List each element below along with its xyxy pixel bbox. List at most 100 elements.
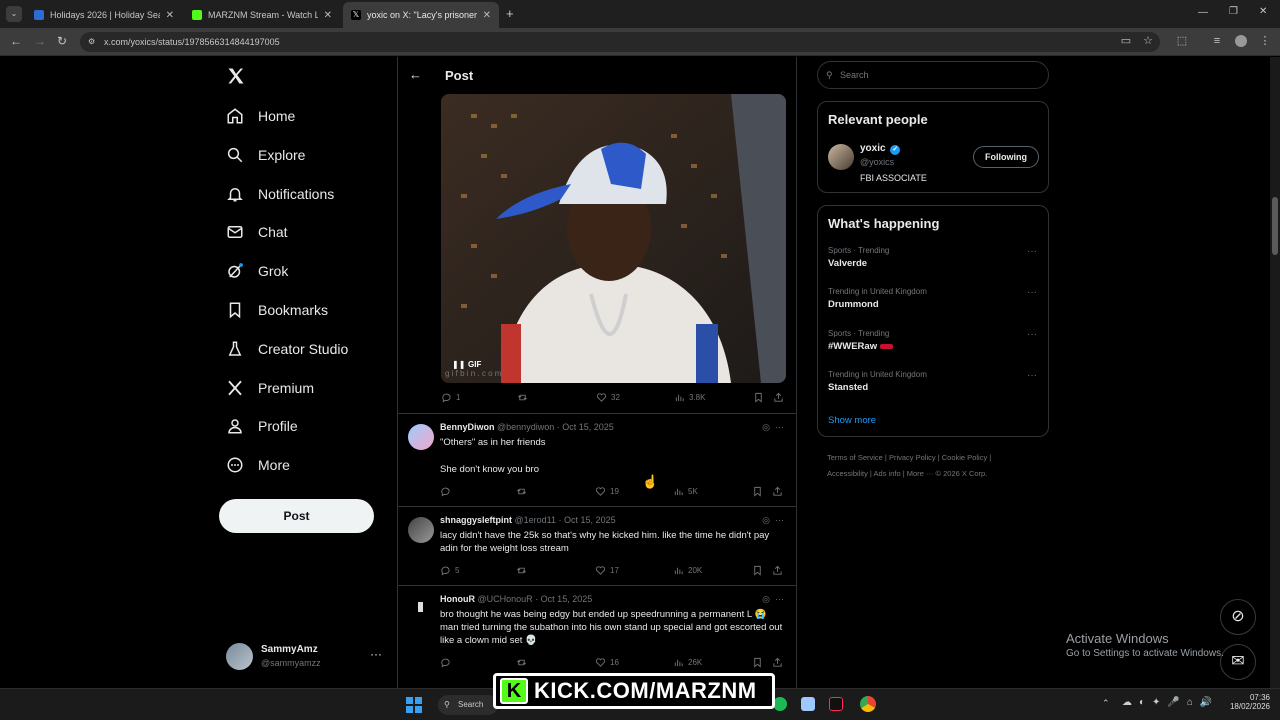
like-button[interactable]: 17 [595,565,619,576]
browser-tab-holidays[interactable]: Holidays 2026 | Holiday Search ✕ [26,2,182,28]
share-button[interactable] [772,657,787,668]
reply-button[interactable] [440,486,455,497]
reply-button[interactable]: 1 [441,392,460,403]
post-button[interactable]: Post [219,499,374,533]
minimize-button[interactable]: — [1198,7,1208,18]
nav-bookmarks[interactable]: Bookmarks [226,295,328,325]
close-window-button[interactable]: ✕ [1259,6,1267,17]
following-button[interactable]: Following [973,146,1039,168]
footer-line[interactable]: Terms of Service | Privacy Policy | Cook… [827,450,1047,466]
address-bar[interactable]: ⚙ x.com/yoxics/status/197856631484419700… [80,32,1160,52]
avatar[interactable] [828,144,854,170]
footer-links[interactable]: Terms of Service | Privacy Policy | Cook… [827,450,1047,482]
nav-chat[interactable]: Chat [226,217,288,247]
nav-explore[interactable]: Explore [226,140,305,170]
cast-icon[interactable]: ▭ [1120,35,1132,47]
like-button[interactable]: 32 [596,392,620,403]
bookmark-button[interactable] [753,392,768,403]
grok-icon[interactable]: ◎ [762,422,770,432]
account-switcher[interactable]: SammyAmz @sammyamzz ··· [226,641,386,675]
windows-start-icon[interactable] [406,697,422,713]
browser-tab-marznm[interactable]: MARZNM Stream - Watch Live ✕ [184,2,340,28]
trend-item[interactable]: Trending in United Kingdom Drummond ··· [828,287,1043,310]
grok-floating-button[interactable]: ⊘ [1220,599,1256,635]
reply-menu[interactable]: ◎ ··· [762,515,784,526]
reply-item[interactable]: BennyDiwon @bennydiwon · Oct 15, 2025 ◎ … [398,413,796,506]
tray-chevron-icon[interactable]: ⌃ [1102,698,1110,709]
tray-icons[interactable]: ☁◐✦🎤⌂🔊 [1122,697,1219,708]
tiktok-icon[interactable] [829,697,843,711]
nav-notifications[interactable]: Notifications [226,179,334,209]
scrollbar-thumb[interactable] [1272,197,1278,255]
back-arrow-icon[interactable]: ← [409,67,422,82]
extensions-icon[interactable]: ⬚ [1176,35,1188,47]
nav-grok[interactable]: Grok [226,256,288,286]
nav-premium[interactable]: Premium [226,373,314,403]
trend-item[interactable]: Sports · Trending #WWERaw ··· [828,329,1043,352]
retweet-button[interactable] [517,392,532,403]
more-dots-icon[interactable]: ··· [1027,329,1037,340]
more-dots-icon[interactable]: ··· [370,647,382,661]
retweet-button[interactable] [516,486,531,497]
views-button[interactable]: 20K [673,565,702,576]
reply-item[interactable]: shnaggysleftpint @1erod11 · Oct 15, 2025… [398,506,796,585]
bookmark-button[interactable] [752,486,767,497]
like-button[interactable]: 19 [595,486,619,497]
nav-home[interactable]: Home [226,101,295,131]
more-dots-icon[interactable]: ··· [775,594,784,604]
reply-item[interactable]: HonouR @UCHonouR · Oct 15, 2025 ◎ ··· br… [398,585,796,685]
chrome-icon[interactable] [860,696,876,712]
nav-profile[interactable]: Profile [226,411,298,441]
new-tab-button[interactable]: + [506,6,514,21]
grok-icon[interactable]: ◎ [762,594,770,604]
search-input[interactable]: ⚲ Search [817,61,1049,89]
page-scrollbar[interactable] [1270,57,1280,688]
browser-tab-yoxic[interactable]: 𝕏 yoxic on X: "Lacy's prisoner San ✕ [343,2,499,28]
more-dots-icon[interactable]: ··· [1027,246,1037,257]
bookmark-button[interactable] [752,657,767,668]
more-dots-icon[interactable]: ··· [775,515,784,525]
reply-menu[interactable]: ◎ ··· [762,422,784,433]
person-name-row[interactable]: yoxic ✓ [860,143,901,155]
site-info-icon[interactable]: ⚙ [88,32,95,52]
menu-kebab-icon[interactable]: ⋮ [1259,35,1271,47]
back-arrow-icon[interactable]: ← [10,34,22,48]
views-button[interactable]: 3.8K [674,392,705,403]
footer-line[interactable]: Accessibility | Ads info | More ··· © 20… [827,466,1047,482]
reload-icon[interactable]: ↻ [57,34,67,48]
x-logo-icon[interactable] [226,66,246,86]
retweet-button[interactable] [516,657,531,668]
app-icon[interactable] [801,697,815,711]
like-button[interactable]: 16 [595,657,619,668]
grok-icon[interactable]: ◎ [762,515,770,525]
show-more-link[interactable]: Show more [828,415,876,426]
taskbar-search[interactable]: ⚲ Search [438,695,498,715]
taskbar-clock[interactable]: 07:36 18/02/2026 [1226,693,1270,711]
restore-button[interactable]: ❐ [1229,6,1238,17]
nav-creator-studio[interactable]: Creator Studio [226,334,348,364]
forward-arrow-icon[interactable]: → [34,34,46,48]
share-button[interactable] [773,392,788,403]
bookmark-button[interactable] [752,565,767,576]
share-button[interactable] [772,486,787,497]
more-dots-icon[interactable]: ··· [1027,287,1037,298]
share-button[interactable] [772,565,787,576]
gif-media[interactable]: ❚❚ GIF g i f b i n . c o m [441,94,786,383]
messages-floating-button[interactable]: ✉ [1220,644,1256,680]
reply-button[interactable] [440,657,455,668]
tab-list-button[interactable]: ⌄ [6,6,22,22]
more-dots-icon[interactable]: ··· [775,422,784,432]
pause-icon[interactable]: ❚❚ [452,360,465,369]
trend-item[interactable]: Sports · Trending Valverde ··· [828,246,1043,269]
reply-menu[interactable]: ◎ ··· [762,594,784,605]
more-dots-icon[interactable]: ··· [1027,370,1037,381]
close-tab-icon[interactable]: ✕ [166,10,174,21]
spotify-icon[interactable] [773,697,787,711]
reading-list-icon[interactable]: ≡ [1211,35,1223,47]
trend-item[interactable]: Trending in United Kingdom Stansted ··· [828,370,1043,393]
reply-button[interactable]: 5 [440,565,459,576]
nav-more[interactable]: More [226,450,290,480]
retweet-button[interactable] [516,565,531,576]
views-button[interactable]: 5K [673,486,698,497]
views-button[interactable]: 26K [673,657,702,668]
